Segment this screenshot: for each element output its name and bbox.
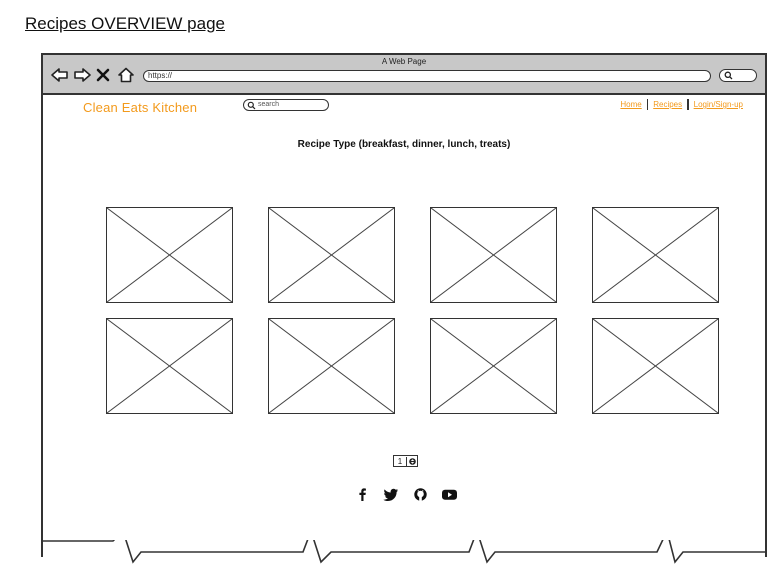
recipe-image-placeholder[interactable] [592,207,719,303]
search-input[interactable]: search [243,99,329,111]
youtube-icon[interactable] [441,487,458,502]
section-title: Recipe Type (breakfast, dinner, lunch, t… [297,139,511,150]
page-number: 1 [394,456,407,466]
recipe-image-placeholder[interactable] [592,318,719,414]
browser-nav-controls [51,67,135,83]
nav-link-login-signup[interactable]: Login/Sign-up [694,100,743,109]
recipe-image-placeholder[interactable] [106,207,233,303]
torn-page-edge [41,540,767,564]
back-arrow-icon[interactable] [51,67,69,83]
window-title: A Web Page [381,57,427,66]
browser-toolbar: A Web Page https:// [43,55,765,95]
search-icon [247,101,256,110]
forward-arrow-icon[interactable] [73,67,91,83]
social-links [354,487,458,502]
site-nav: Home Recipes Login/Sign-up [620,99,743,110]
stop-icon[interactable] [95,67,113,83]
search-icon [724,71,733,80]
spinner-arrows-icon[interactable] [407,457,417,466]
recipe-image-placeholder[interactable] [106,318,233,414]
github-icon[interactable] [412,487,429,502]
nav-link-home[interactable]: Home [620,100,641,109]
site-header: Clean Eats Kitchen search Home Recipes L… [43,95,765,125]
recipe-grid [106,207,719,414]
home-icon[interactable] [117,67,135,83]
page-selector[interactable]: 1 [393,455,418,467]
url-bar[interactable]: https:// [143,70,711,82]
search-placeholder: search [258,101,280,108]
facebook-icon[interactable] [354,487,371,502]
page-heading: Recipes OVERVIEW page [25,14,225,33]
recipe-image-placeholder[interactable] [430,318,557,414]
nav-link-recipes[interactable]: Recipes [653,100,682,109]
recipe-image-placeholder[interactable] [268,207,395,303]
recipe-image-placeholder[interactable] [268,318,395,414]
recipe-image-placeholder[interactable] [430,207,557,303]
browser-search-box[interactable] [719,69,757,82]
nav-divider [687,99,689,110]
site-logo[interactable]: Clean Eats Kitchen [83,100,197,115]
browser-window: A Web Page https:// Clean Eats Kitchen s… [41,53,767,557]
nav-divider [646,99,649,110]
twitter-icon[interactable] [383,487,400,502]
